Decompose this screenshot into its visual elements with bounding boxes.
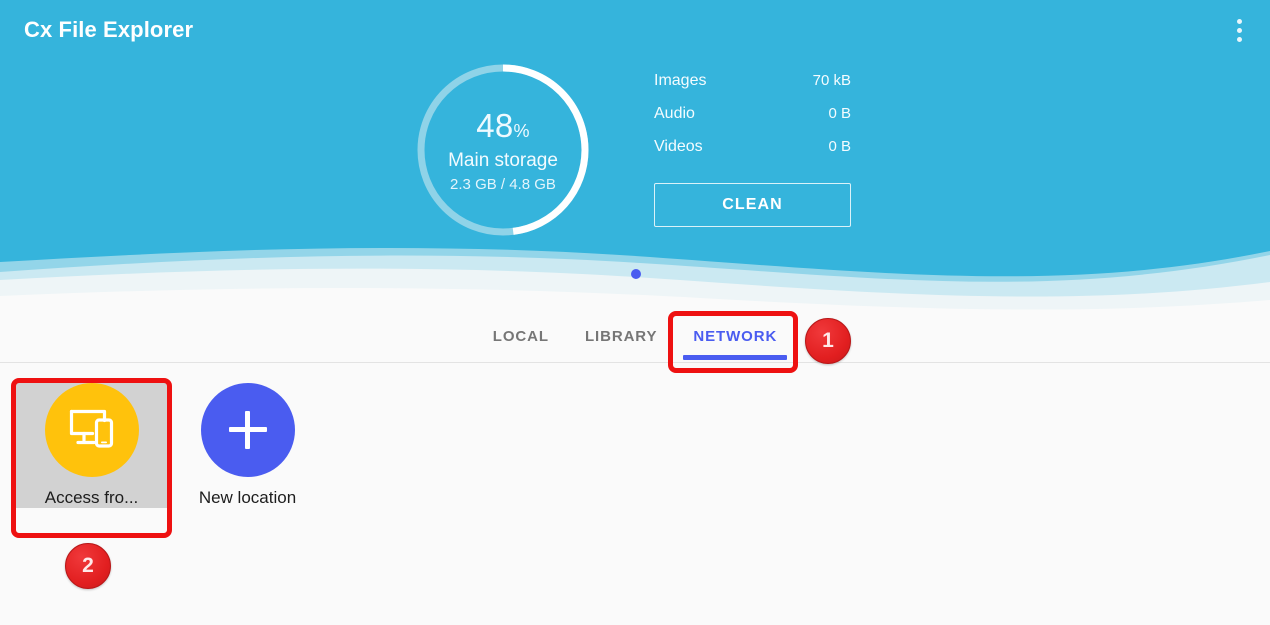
tile-access-from-pc[interactable]: Access fro...: [15, 380, 168, 508]
storage-label: Main storage: [448, 149, 558, 171]
page-indicator-dot[interactable]: [631, 269, 641, 279]
tile-label-new-location: New location: [198, 488, 297, 507]
tab-bar-divider: [0, 362, 1270, 363]
storage-percent: 48%: [476, 109, 530, 142]
tab-library-label: LIBRARY: [584, 327, 658, 345]
tab-network[interactable]: NETWORK: [675, 310, 795, 362]
stat-value-audio: 0 B: [828, 105, 851, 122]
stat-label-videos: Videos: [654, 138, 703, 155]
cx-file-explorer-window: Cx File Explorer 48% Main storage 2.3 GB…: [0, 0, 1270, 625]
desktop-and-phone-glyph: [69, 409, 113, 448]
tab-local-label: LOCAL: [492, 327, 549, 345]
storage-percent-symbol: %: [513, 120, 530, 141]
plus-icon: [200, 383, 295, 477]
stat-row-videos: Videos 0 B: [654, 138, 851, 171]
network-locations-grid: Access fro... New location: [0, 363, 1270, 625]
storage-donut-center: 48% Main storage 2.3 GB / 4.8 GB: [414, 61, 592, 239]
annotation-badge-2: 2: [65, 543, 111, 589]
tab-bar: LOCAL LIBRARY NETWORK: [0, 310, 1270, 362]
tile-new-location[interactable]: New location: [171, 380, 324, 508]
tab-library[interactable]: LIBRARY: [567, 310, 675, 362]
tab-network-label: NETWORK: [693, 327, 778, 345]
storage-usage-text: 2.3 GB / 4.8 GB: [450, 175, 556, 193]
plus-glyph: [228, 411, 267, 449]
tab-local[interactable]: LOCAL: [475, 310, 567, 362]
stat-row-images: Images 70 kB: [654, 72, 851, 105]
app-title: Cx File Explorer: [24, 17, 194, 42]
stat-value-videos: 0 B: [828, 138, 851, 155]
stat-row-audio: Audio 0 B: [654, 105, 851, 138]
stat-label-audio: Audio: [654, 105, 695, 122]
clean-button[interactable]: CLEAN: [654, 183, 851, 227]
annotation-badge-1: 1: [805, 318, 851, 364]
tab-active-indicator: [683, 355, 788, 360]
more-vertical-icon[interactable]: [1222, 8, 1256, 52]
storage-donut[interactable]: 48% Main storage 2.3 GB / 4.8 GB: [414, 61, 592, 239]
stat-label-images: Images: [654, 72, 707, 89]
menu-dot-1: [1236, 18, 1242, 24]
storage-stats-panel: Images 70 kB Audio 0 B Videos 0 B CLEAN: [654, 72, 851, 227]
menu-dot-3: [1236, 36, 1242, 42]
menu-dot-2: [1236, 27, 1242, 33]
desktop-and-phone-icon: [44, 383, 139, 477]
tile-label-access-from-pc: Access fro...: [44, 488, 139, 507]
stat-value-images: 70 kB: [812, 72, 851, 89]
storage-percent-value: 48: [476, 106, 514, 144]
